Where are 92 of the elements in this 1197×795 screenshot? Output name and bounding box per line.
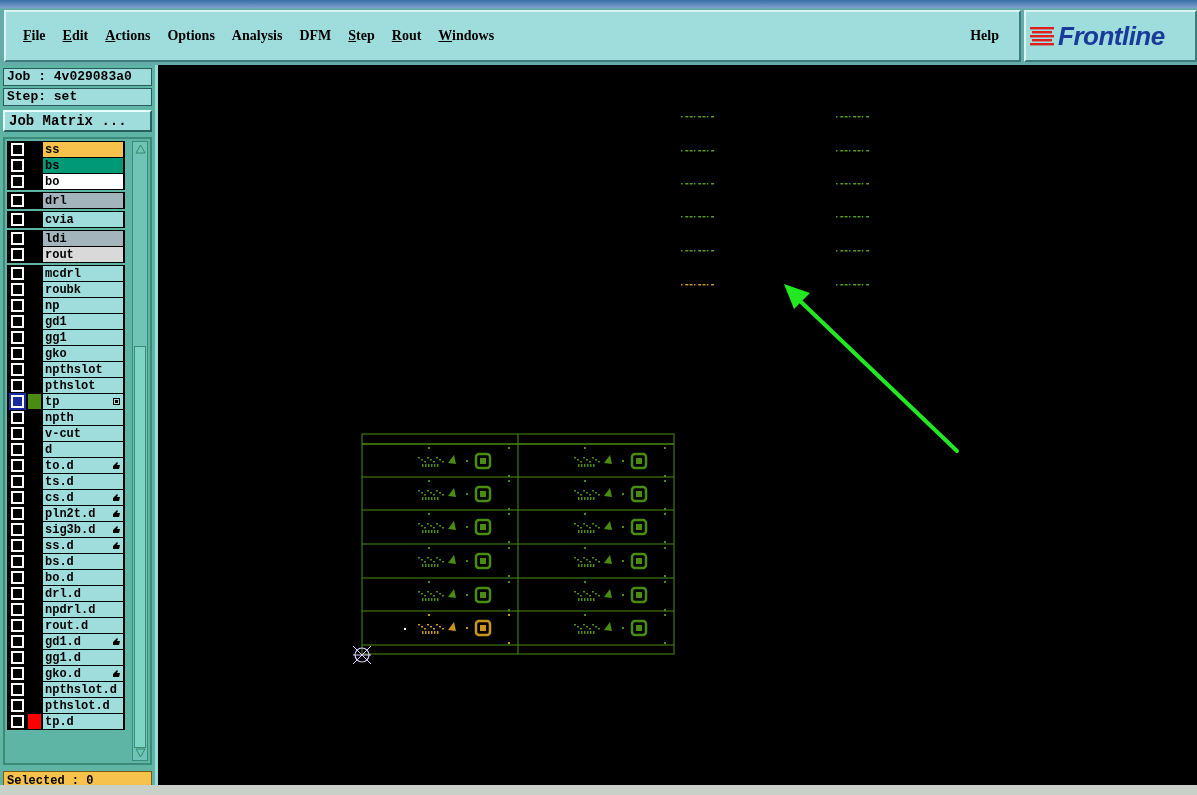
speed-lines-icon <box>1030 25 1056 47</box>
layer-checkbox[interactable] <box>11 683 24 696</box>
layer-item[interactable]: cs.d <box>43 490 123 505</box>
layer-item[interactable]: tp <box>43 394 123 409</box>
menu-item[interactable]: Edit <box>55 26 96 46</box>
layer-item[interactable]: gd1 <box>43 314 123 329</box>
scrollbar[interactable] <box>132 141 148 761</box>
menu-item[interactable]: Rout <box>384 26 429 46</box>
layer-item[interactable]: pthslot <box>43 378 123 393</box>
menu-item[interactable]: Step <box>341 26 382 46</box>
layer-item[interactable]: npthslot <box>43 362 123 377</box>
layer-item[interactable]: pln2t.d <box>43 506 123 521</box>
layer-checkbox[interactable] <box>11 667 24 680</box>
layer-item[interactable]: pthslot.d <box>43 698 123 713</box>
layer-checkbox[interactable] <box>11 523 24 536</box>
layer-item[interactable]: cvia <box>43 212 123 227</box>
layer-item[interactable]: drl.d <box>43 586 123 601</box>
layer-checkbox[interactable] <box>11 539 24 552</box>
layer-item[interactable]: rout <box>43 247 123 262</box>
layer-checkbox[interactable] <box>11 555 24 568</box>
layer-item[interactable]: mcdrl <box>43 266 123 281</box>
layer-checkbox[interactable] <box>11 443 24 456</box>
layer-checkbox[interactable] <box>11 427 24 440</box>
layer-checkbox[interactable] <box>11 379 24 392</box>
layer-checkbox[interactable] <box>11 194 24 207</box>
layer-item[interactable]: ldi <box>43 231 123 246</box>
layer-item[interactable]: gd1.d <box>43 634 123 649</box>
layer-checkbox[interactable] <box>11 699 24 712</box>
layer-checkbox[interactable] <box>11 283 24 296</box>
layer-item[interactable]: bs <box>43 158 123 173</box>
help-menu[interactable]: Help <box>963 26 1006 46</box>
layer-checkbox[interactable] <box>11 299 24 312</box>
layer-item[interactable]: bs.d <box>43 554 123 569</box>
layer-checkbox[interactable] <box>11 267 24 280</box>
layer-checkbox[interactable] <box>11 571 24 584</box>
layer-checkbox[interactable] <box>11 248 24 261</box>
layer-item[interactable]: bo.d <box>43 570 123 585</box>
logo-text: Frontline <box>1058 20 1165 52</box>
layer-checkbox[interactable] <box>11 459 24 472</box>
layer-item[interactable]: np <box>43 298 123 313</box>
menu-item[interactable]: DFM <box>292 26 339 46</box>
layer-item[interactable]: npth <box>43 410 123 425</box>
layer-checkbox[interactable] <box>11 411 24 424</box>
layer-checkbox[interactable] <box>11 619 24 632</box>
layer-item[interactable]: drl <box>43 193 123 208</box>
layer-item[interactable]: tp.d <box>43 714 123 729</box>
layer-checkbox[interactable] <box>11 331 24 344</box>
layer-item[interactable]: ts.d <box>43 474 123 489</box>
layer-item[interactable]: v-cut <box>43 426 123 441</box>
layer-checkbox[interactable] <box>11 475 24 488</box>
layer-checkbox[interactable] <box>11 159 24 172</box>
layer-item[interactable]: gg1.d <box>43 650 123 665</box>
layer-checkbox[interactable] <box>11 175 24 188</box>
step-label: Step: set <box>3 88 152 106</box>
layer-item[interactable]: gko.d <box>43 666 123 681</box>
layer-checkbox[interactable] <box>11 635 24 648</box>
layer-item[interactable]: npthslot.d <box>43 682 123 697</box>
layer-item[interactable]: roubk <box>43 282 123 297</box>
cursor-point-icon <box>404 628 406 630</box>
layer-item[interactable]: gko <box>43 346 123 361</box>
menu-item[interactable]: Windows <box>431 26 502 46</box>
layer-checkbox[interactable] <box>11 232 24 245</box>
menu-item[interactable]: Options <box>160 26 222 46</box>
layer-item[interactable]: ss.d <box>43 538 123 553</box>
layer-checkbox[interactable] <box>11 651 24 664</box>
menu-item[interactable]: Actions <box>98 26 158 46</box>
layer-item[interactable]: gg1 <box>43 330 123 345</box>
layer-item[interactable]: npdrl.d <box>43 602 123 617</box>
layer-checkbox[interactable] <box>11 603 24 616</box>
layer-item[interactable]: bo <box>43 174 123 189</box>
layer-item[interactable]: d <box>43 442 123 457</box>
layer-checkbox[interactable] <box>11 507 24 520</box>
layer-item[interactable]: rout.d <box>43 618 123 633</box>
layer-item[interactable]: ss <box>43 142 123 157</box>
layer-item[interactable]: to.d <box>43 458 123 473</box>
layer-checkbox[interactable] <box>11 715 24 728</box>
origin-crosshair-icon <box>352 645 372 665</box>
menu-item[interactable]: Analysis <box>224 26 290 46</box>
layer-checkbox[interactable] <box>11 315 24 328</box>
job-label: Job : 4v029083a0 <box>3 68 152 86</box>
layer-checkbox[interactable] <box>11 363 24 376</box>
layer-checkbox[interactable] <box>11 347 24 360</box>
scroll-thumb[interactable] <box>134 346 146 748</box>
layer-checkbox[interactable] <box>11 213 24 226</box>
menu-item[interactable]: File <box>16 26 53 46</box>
layer-checkbox[interactable] <box>11 491 24 504</box>
grid-icon <box>113 398 120 405</box>
layer-checkbox[interactable] <box>11 587 24 600</box>
layer-item[interactable]: sig3b.d <box>43 522 123 537</box>
layer-checkbox[interactable] <box>11 143 24 156</box>
job-matrix-button[interactable]: Job Matrix ... <box>3 110 152 132</box>
layer-checkbox[interactable] <box>11 395 24 408</box>
